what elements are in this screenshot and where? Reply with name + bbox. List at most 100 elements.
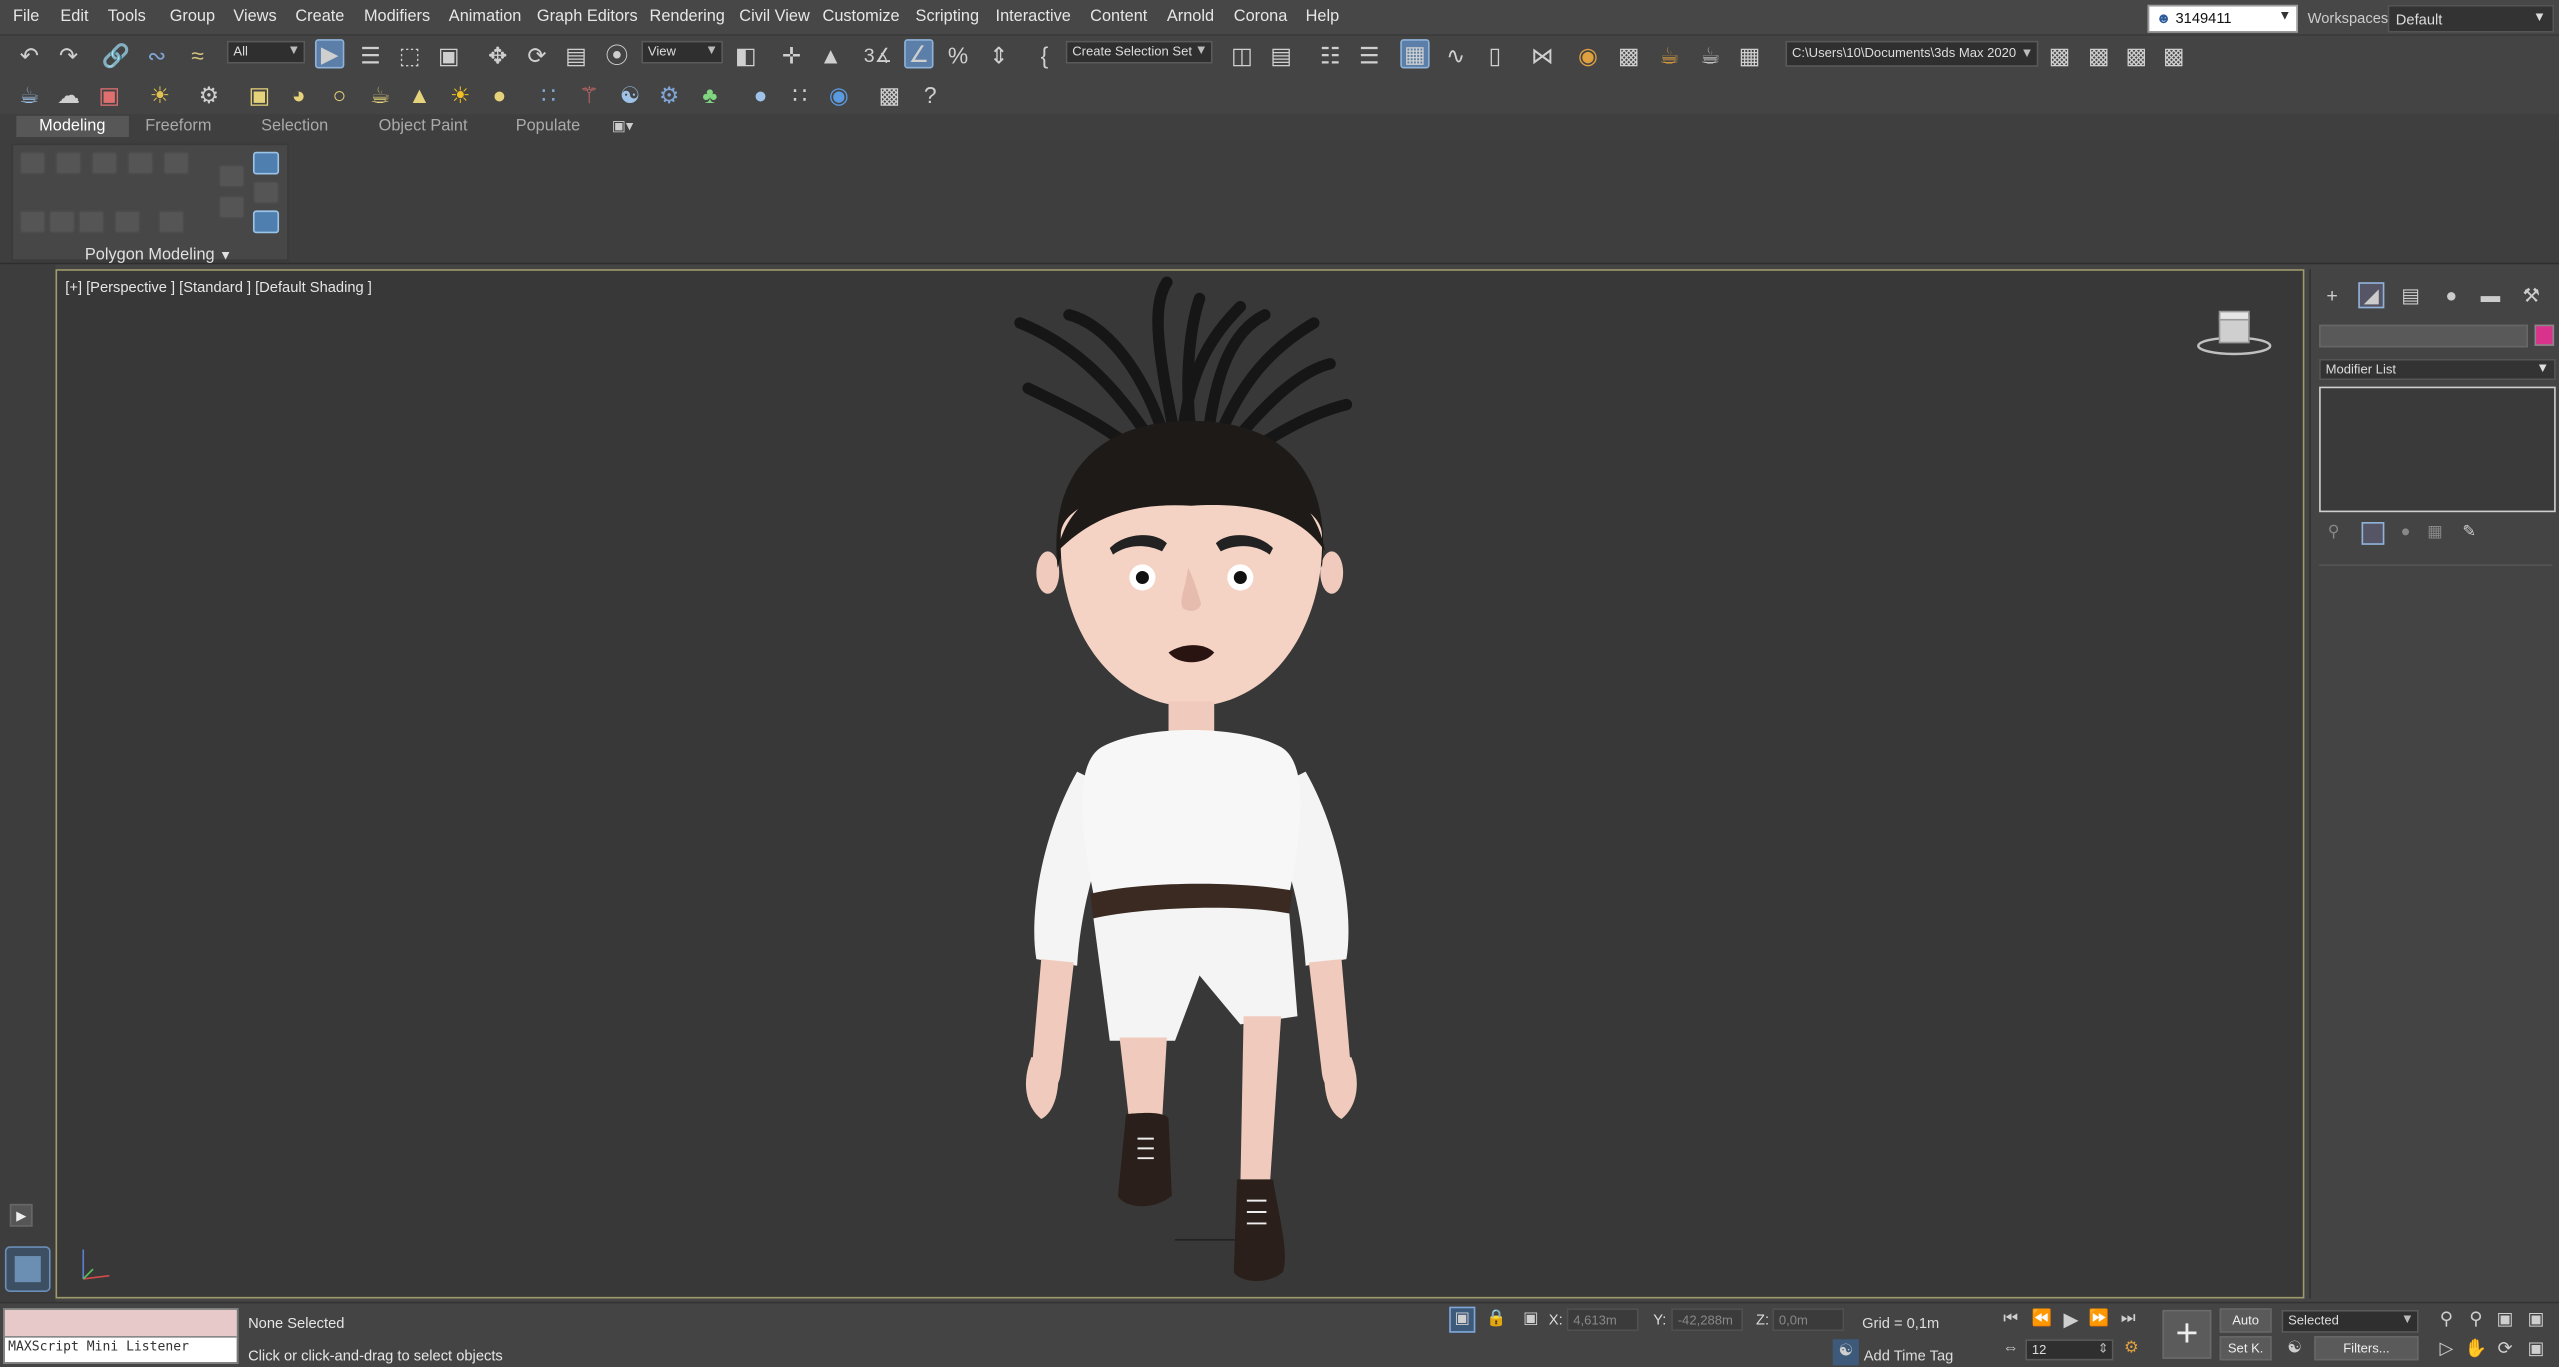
particles-icon[interactable]: ∷ <box>534 80 563 109</box>
y-coordinate-field[interactable]: -42,288m <box>1671 1308 1743 1332</box>
teapot-icon[interactable]: ☕ <box>366 80 395 109</box>
zoom-extents-all-icon[interactable]: ▣ <box>2523 1307 2549 1333</box>
menu-modifiers[interactable]: Modifiers <box>364 8 430 26</box>
select-manipulate-icon[interactable]: ✛ <box>777 41 806 70</box>
render-frame-icon[interactable]: ☕ <box>1655 41 1684 70</box>
tab-selection[interactable]: Selection <box>261 117 328 135</box>
zoom-icon[interactable]: ⚲ <box>2433 1307 2459 1333</box>
selection-lock-icon[interactable]: 🔒 <box>1484 1307 1510 1333</box>
cloud-icon[interactable]: ☁ <box>54 80 83 109</box>
menu-corona[interactable]: Corona <box>1234 8 1288 26</box>
hair-icon[interactable]: ♣ <box>695 80 724 109</box>
keyboard-shortcut-override-icon[interactable]: ▲ <box>816 41 845 70</box>
project-save-icon[interactable]: ▩ <box>2159 41 2188 70</box>
cone-icon[interactable]: ▲ <box>405 80 434 109</box>
collapse-stack-button[interactable] <box>218 164 245 188</box>
pin-stack-button[interactable] <box>252 181 280 204</box>
perspective-viewport[interactable]: [+] [Perspective ] [Standard ] [Default … <box>55 269 2305 1299</box>
key-filter-dropdown[interactable]: Selected ▼ <box>2281 1309 2419 1333</box>
redo-icon[interactable]: ↷ <box>54 41 83 70</box>
field-of-view-icon[interactable]: ▷ <box>2433 1336 2459 1362</box>
pin-stack-icon[interactable]: ⚲ <box>2322 522 2345 545</box>
grow-button[interactable] <box>19 210 46 234</box>
dope-sheet-icon[interactable]: ▯ <box>1480 41 1509 70</box>
use-nurms-button[interactable] <box>252 210 280 234</box>
set-key-big-icon[interactable]: + <box>2162 1309 2212 1359</box>
create-tab-icon[interactable]: + <box>2319 282 2345 308</box>
sun-icon[interactable]: ☀ <box>446 80 475 109</box>
modify-mode-button[interactable] <box>218 195 245 219</box>
project-settings-icon[interactable]: ▩ <box>2045 41 2074 70</box>
render-setup-icon[interactable]: ▩ <box>1614 41 1643 70</box>
isolate-selection-icon[interactable]: ▣ <box>1449 1306 1476 1333</box>
absolute-mode-icon[interactable]: ▣ <box>1518 1307 1544 1333</box>
time-configuration-icon[interactable]: ⚙ <box>2118 1336 2144 1362</box>
gear-icon[interactable]: ⚙ <box>654 80 683 109</box>
orbit-icon[interactable]: ⟳ <box>2492 1336 2518 1362</box>
object-name-field[interactable] <box>2319 324 2528 348</box>
ribbon-options-icon[interactable]: ▣▾ <box>612 117 633 135</box>
material-editor-icon[interactable]: ◉ <box>1573 41 1602 70</box>
named-selection-set-dropdown[interactable]: Create Selection Set ▼ <box>1065 40 1213 64</box>
tab-freeform[interactable]: Freeform <box>145 117 211 135</box>
help-icon[interactable]: ? <box>916 80 945 109</box>
menu-views[interactable]: Views <box>233 8 276 26</box>
bones-icon[interactable]: ⚚ <box>574 80 603 109</box>
screenshot-icon[interactable]: ▣ <box>95 80 124 109</box>
scene-explorer-icon[interactable]: ☰ <box>1355 41 1384 70</box>
spinner-snap-icon[interactable]: ⇕ <box>984 41 1013 70</box>
menu-create[interactable]: Create <box>295 8 344 26</box>
viewport-layout-thumbnail[interactable] <box>4 1246 51 1292</box>
clipboard-icon[interactable]: ▩ <box>875 80 904 109</box>
align-icon[interactable]: ▤ <box>1266 41 1295 70</box>
show-end-result-button[interactable] <box>252 151 280 175</box>
shrink-button[interactable] <box>48 210 76 234</box>
material-browser-icon[interactable]: ∷ <box>785 80 814 109</box>
menu-graph-editors[interactable]: Graph Editors <box>537 8 638 26</box>
edit-polygon-button[interactable] <box>127 151 154 175</box>
make-unique-icon[interactable]: ● <box>2394 522 2417 545</box>
tab-object-paint[interactable]: Object Paint <box>379 117 468 135</box>
link-icon[interactable]: 🔗 <box>101 41 130 70</box>
scene-icon[interactable]: ☕ <box>15 80 44 109</box>
material-sphere-icon[interactable]: ● <box>746 80 775 109</box>
select-by-name-icon[interactable]: ☰ <box>356 41 385 70</box>
snap-icon[interactable]: 3∡ <box>863 41 892 70</box>
zoom-all-icon[interactable]: ⚲ <box>2463 1307 2489 1333</box>
unlink-icon[interactable]: ∾ <box>142 41 171 70</box>
tab-populate[interactable]: Populate <box>516 117 580 135</box>
workspaces-dropdown[interactable]: Default ▼ <box>2387 4 2555 33</box>
time-tag-icon[interactable]: ☯ <box>1832 1339 1859 1366</box>
loop-button[interactable] <box>78 210 105 234</box>
biped-icon[interactable]: ☯ <box>615 80 644 109</box>
pan-icon[interactable]: ✋ <box>2463 1336 2489 1362</box>
zoom-extents-icon[interactable]: ▣ <box>2492 1307 2518 1333</box>
sphere-icon[interactable]: ○ <box>325 80 354 109</box>
z-coordinate-field[interactable]: 0,0m <box>1772 1308 1845 1332</box>
edit-border-button[interactable] <box>91 151 118 175</box>
maxscript-listener[interactable]: MAXScript Mini Listener <box>3 1308 239 1364</box>
curve-editor-icon[interactable]: ∿ <box>1441 41 1470 70</box>
menu-civil-view[interactable]: Civil View <box>739 8 809 26</box>
angle-snap-icon[interactable]: ∠ <box>904 39 934 69</box>
render-map-icon[interactable]: ◉ <box>824 80 853 109</box>
set-key-button[interactable]: Set K. <box>2219 1336 2272 1361</box>
schematic-view-icon[interactable]: ⋈ <box>1528 41 1557 70</box>
maxscript-input[interactable] <box>4 1309 237 1338</box>
next-frame-icon[interactable]: ⏩ <box>2086 1307 2112 1333</box>
ring-button[interactable] <box>114 210 141 234</box>
play-icon[interactable]: ▶ <box>2058 1307 2084 1333</box>
selection-filter-dropdown[interactable]: All ▼ <box>226 40 306 64</box>
maximize-viewport-icon[interactable]: ▣ <box>2523 1336 2549 1362</box>
show-end-result-icon[interactable] <box>2361 522 2385 545</box>
menu-file[interactable]: File <box>13 8 39 26</box>
bind-space-warp-icon[interactable]: ≈ <box>183 41 212 70</box>
tools-icon[interactable]: ⚙ <box>194 80 223 109</box>
window-crossing-icon[interactable]: ▣ <box>434 41 463 70</box>
current-frame-field[interactable]: 12 ⇕ <box>2025 1339 2114 1361</box>
mirror-icon[interactable]: ◫ <box>1227 41 1256 70</box>
viewport-label[interactable]: [+] [Perspective ] [Standard ] [Default … <box>65 279 372 295</box>
menu-animation[interactable]: Animation <box>449 8 522 26</box>
previous-frame-icon[interactable]: ⏪ <box>2029 1307 2055 1333</box>
menu-help[interactable]: Help <box>1306 8 1340 26</box>
